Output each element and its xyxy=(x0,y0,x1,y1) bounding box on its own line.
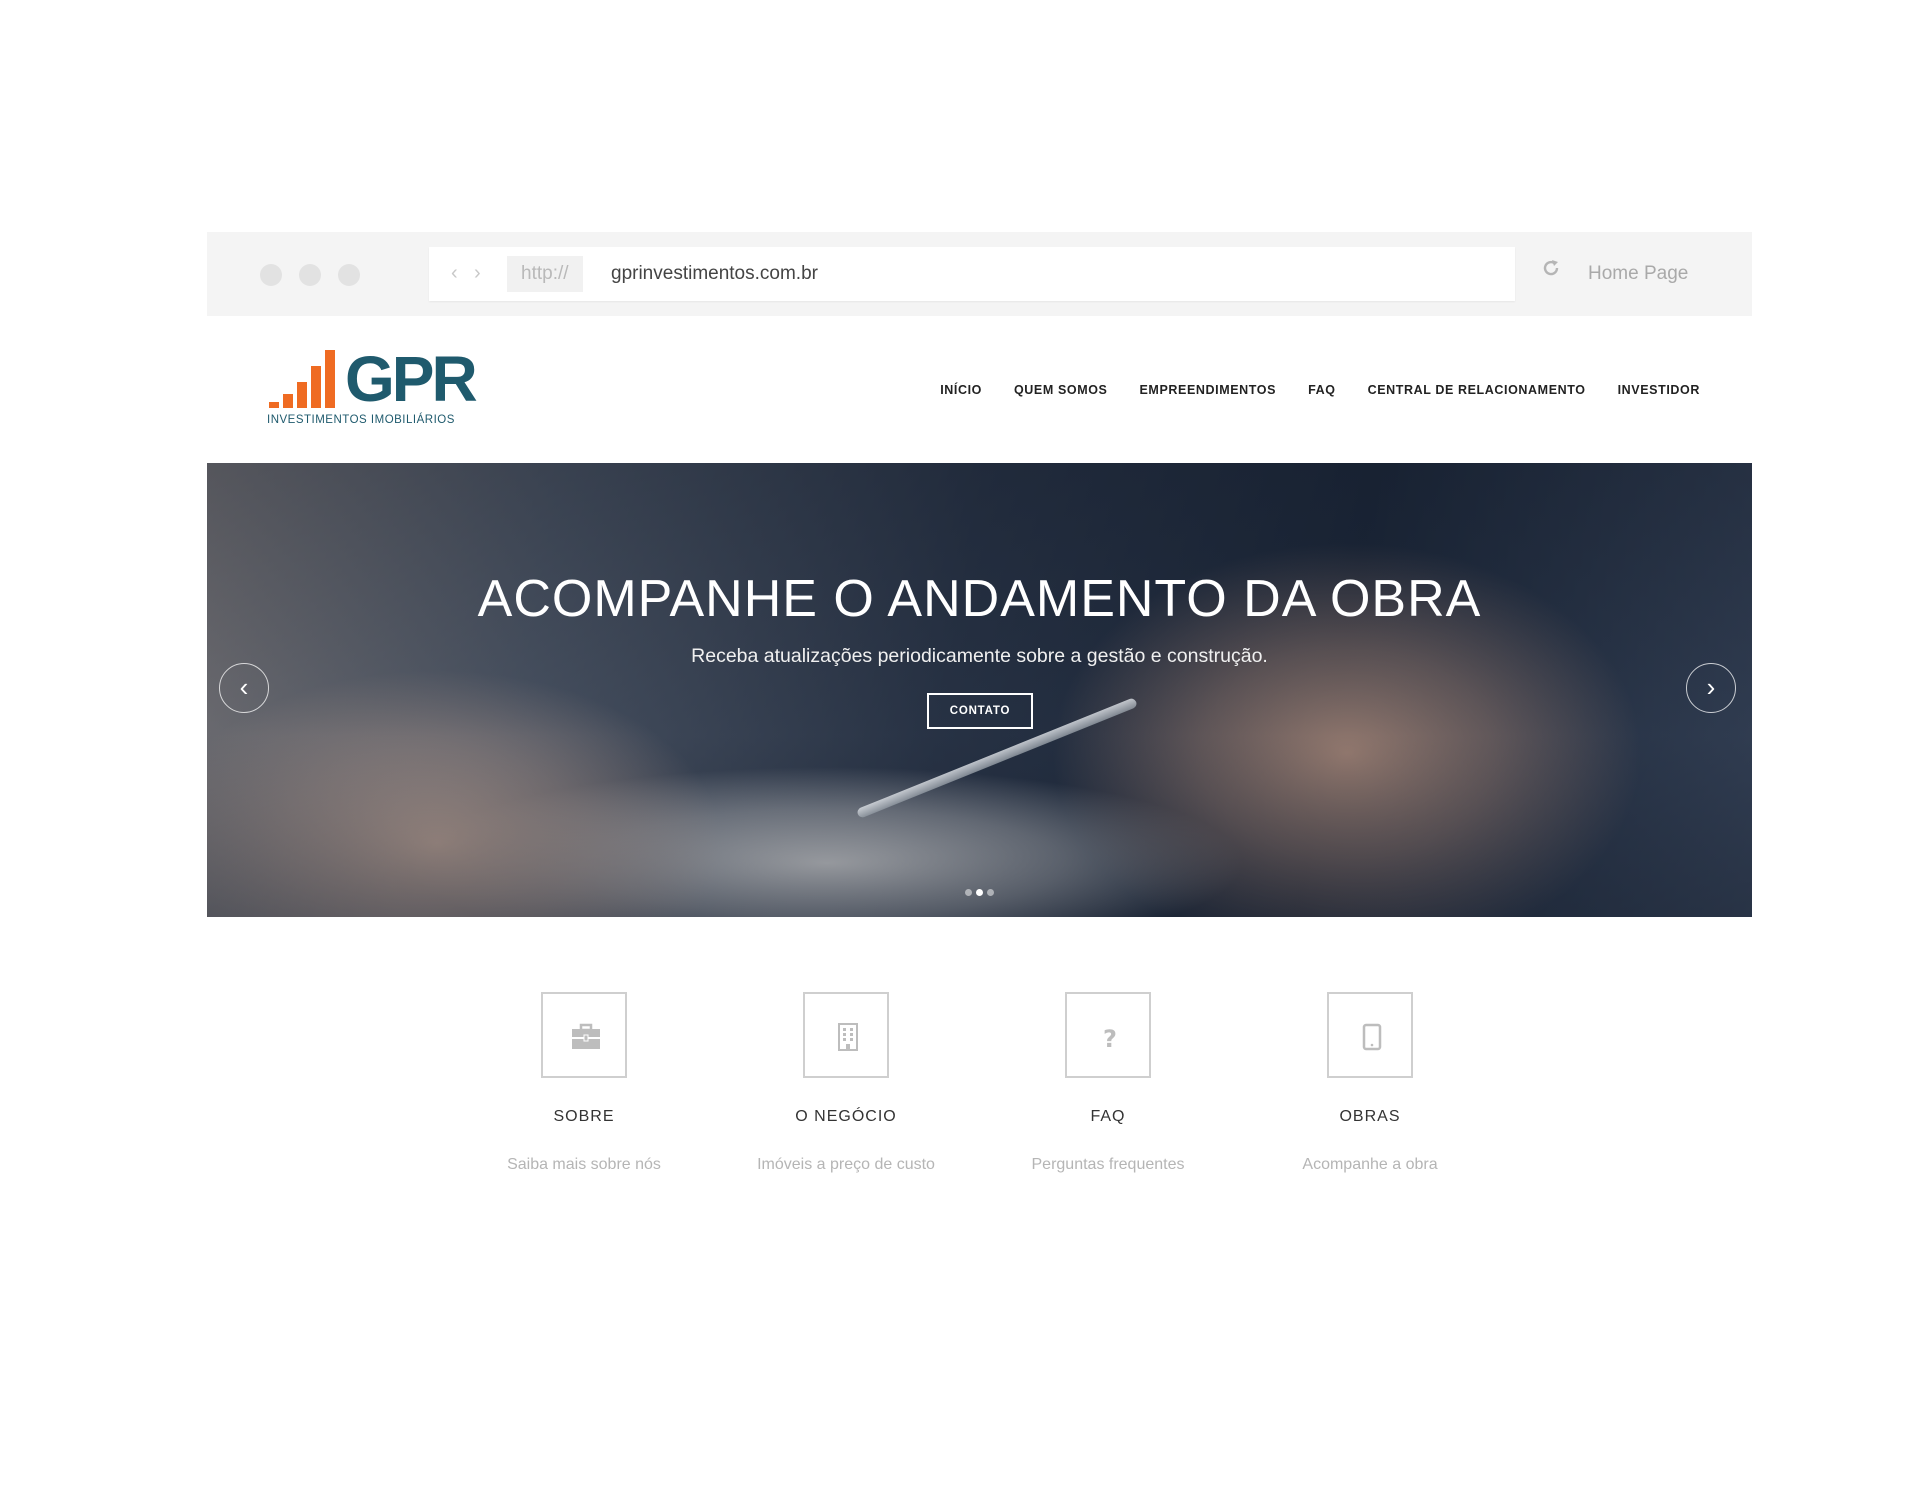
logo-tagline: INVESTIMENTOS IMOBILIÁRIOS xyxy=(267,414,455,426)
feature-faq: ? FAQ Perguntas frequentes xyxy=(998,992,1218,1174)
nav-inicio[interactable]: INÍCIO xyxy=(940,383,982,397)
logo-text: GPR xyxy=(345,343,478,415)
feature-description: Saiba mais sobre nós xyxy=(507,1156,661,1173)
features-section: SOBRE Saiba mais sobre nós O NEGÓCIO Imó… xyxy=(207,917,1752,1217)
slider-dot-active[interactable] xyxy=(976,889,983,896)
slider-prev-icon[interactable]: ‹ xyxy=(219,663,269,713)
gpr-logo[interactable]: GPR INVESTIMENTOS IMOBILIÁRIOS xyxy=(267,343,478,435)
address-bar[interactable]: ‹ › http:// gprinvestimentos.com.br xyxy=(429,247,1515,301)
browser-toolbar: ‹ › http:// gprinvestimentos.com.br Home… xyxy=(207,232,1752,316)
feature-obras: OBRAS Acompanhe a obra xyxy=(1260,992,1480,1174)
feature-o-negocio: O NEGÓCIO Imóveis a preço de custo xyxy=(736,992,956,1174)
main-nav: INÍCIO QUEM SOMOS EMPREENDIMENTOS FAQ CE… xyxy=(908,316,1700,463)
logo-bars-icon xyxy=(267,350,339,408)
nav-central-de-relacionamento[interactable]: CENTRAL DE RELACIONAMENTO xyxy=(1368,383,1586,397)
slider-dot[interactable] xyxy=(965,889,972,896)
reload-icon[interactable] xyxy=(1541,258,1561,278)
hero-subtitle: Receba atualizações periodicamente sobre… xyxy=(691,645,1268,667)
feature-title: FAQ xyxy=(1090,1108,1126,1125)
feature-title: OBRAS xyxy=(1339,1108,1401,1125)
window-minimize-dot[interactable] xyxy=(299,264,321,286)
tablet-icon[interactable] xyxy=(1327,992,1413,1078)
hero-title: ACOMPANHE O ANDAMENTO DA OBRA xyxy=(477,570,1482,628)
window-maximize-dot[interactable] xyxy=(338,264,360,286)
nav-quem-somos[interactable]: QUEM SOMOS xyxy=(1014,383,1108,397)
browser-mockup: ‹ › http:// gprinvestimentos.com.br Home… xyxy=(207,232,1752,1217)
contato-button[interactable]: CONTATO xyxy=(927,693,1033,729)
site-header: GPR INVESTIMENTOS IMOBILIÁRIOS INÍCIO QU… xyxy=(207,316,1752,463)
url-text[interactable]: gprinvestimentos.com.br xyxy=(611,247,818,301)
feature-sobre: SOBRE Saiba mais sobre nós xyxy=(474,992,694,1174)
back-arrow-icon[interactable]: ‹ xyxy=(451,261,458,285)
slider-next-icon[interactable]: › xyxy=(1686,663,1736,713)
question-icon[interactable]: ? xyxy=(1065,992,1151,1078)
url-protocol: http:// xyxy=(507,256,583,292)
home-page-label[interactable]: Home Page xyxy=(1588,232,1688,316)
hero-slider: ACOMPANHE O ANDAMENTO DA OBRA Receba atu… xyxy=(207,463,1752,917)
window-close-dot[interactable] xyxy=(260,264,282,286)
nav-investidor[interactable]: INVESTIDOR xyxy=(1618,383,1700,397)
briefcase-icon[interactable] xyxy=(541,992,627,1078)
nav-empreendimentos[interactable]: EMPREENDIMENTOS xyxy=(1140,383,1277,397)
feature-title: SOBRE xyxy=(553,1108,615,1125)
feature-description: Acompanhe a obra xyxy=(1302,1156,1438,1173)
feature-description: Imóveis a preço de custo xyxy=(757,1156,935,1173)
feature-description: Perguntas frequentes xyxy=(1031,1156,1185,1173)
slider-pagination xyxy=(207,883,1752,901)
building-icon[interactable] xyxy=(803,992,889,1078)
feature-title: O NEGÓCIO xyxy=(795,1108,897,1125)
nav-faq[interactable]: FAQ xyxy=(1308,383,1336,397)
forward-arrow-icon[interactable]: › xyxy=(474,261,481,285)
slider-dot[interactable] xyxy=(987,889,994,896)
svg-text:?: ? xyxy=(1103,1025,1117,1052)
